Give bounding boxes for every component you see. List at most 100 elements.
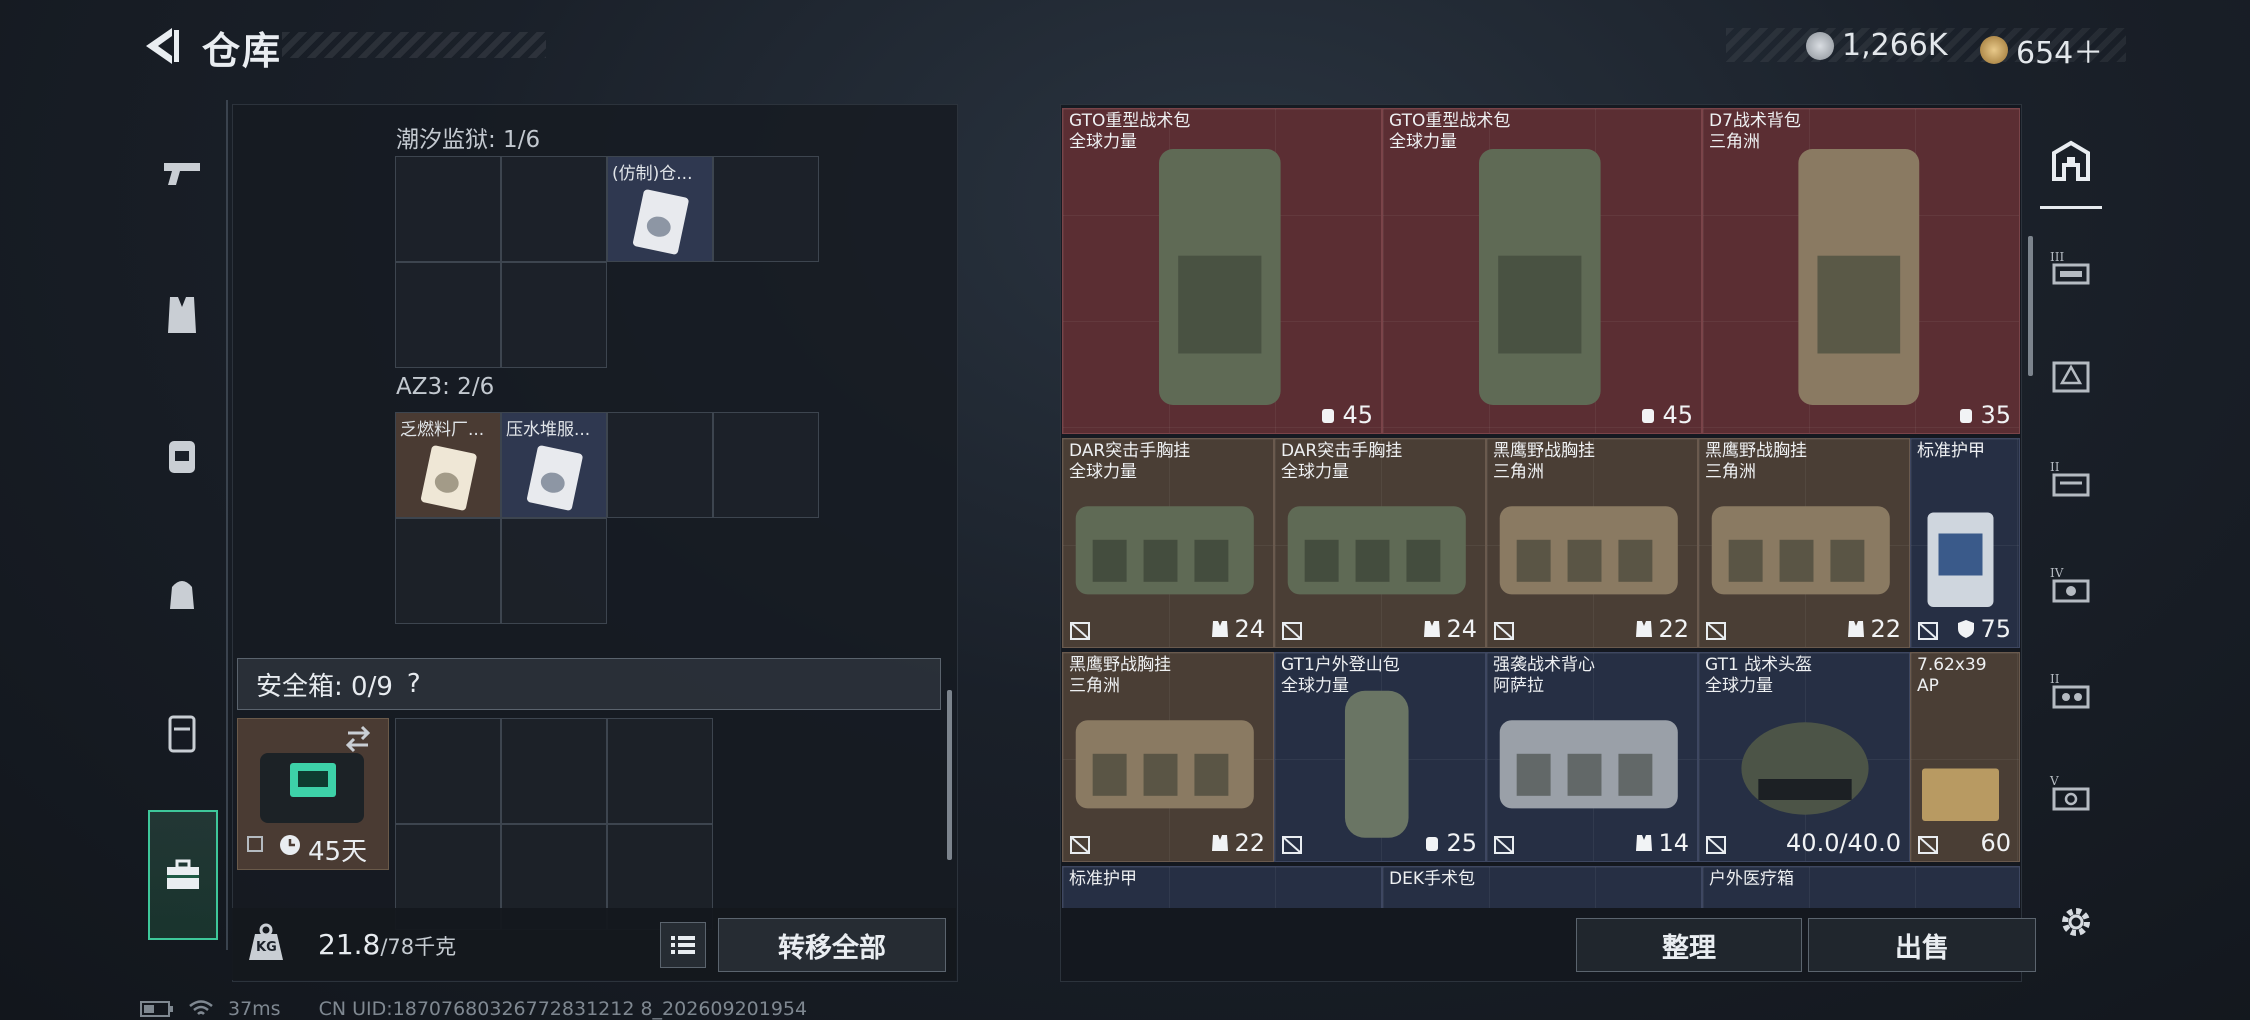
- transfer-all-button[interactable]: 转移全部: [718, 918, 946, 972]
- stash-item-tile[interactable]: GT1户外登山包 全球力量 25: [1274, 652, 1486, 862]
- stash-item-tile[interactable]: 标准护甲 75: [1910, 438, 2020, 648]
- nav-weapons[interactable]: [138, 118, 226, 228]
- stash-tab-3[interactable]: III: [2040, 226, 2102, 314]
- stash-tab-2[interactable]: II: [2040, 436, 2102, 524]
- stash-tab-warning[interactable]: [2040, 332, 2102, 420]
- grid-gap: [607, 262, 713, 368]
- item-name: 黑鹰野战胸挂 三角洲: [1705, 441, 1807, 483]
- stash-item-tile[interactable]: 黑鹰野战胸挂 三角洲 22: [1062, 652, 1274, 862]
- back-arrow-icon: [146, 28, 179, 64]
- inventory-scrollbar[interactable]: [947, 690, 952, 860]
- item-name-text: GTO重型战术包: [1389, 111, 1511, 131]
- settings-button[interactable]: [2054, 900, 2098, 944]
- stash-item-tile[interactable]: 黑鹰野战胸挂 三角洲 22: [1486, 438, 1698, 648]
- item-count-value: 75: [1980, 615, 2011, 643]
- grid-cell[interactable]: [501, 156, 607, 262]
- item-count-value: 40.0/40.0: [1786, 829, 1901, 857]
- grid-cell[interactable]: [713, 156, 819, 262]
- keycard-icon: [633, 189, 689, 255]
- item-name: 黑鹰野战胸挂 三角洲: [1069, 655, 1171, 697]
- stash-tab-5[interactable]: V: [2040, 750, 2102, 838]
- item-name: GT1户外登山包 全球力量: [1281, 655, 1400, 697]
- item-faction-text: 三角洲: [1705, 462, 1756, 482]
- shelf-2b-icon: II: [2050, 672, 2090, 709]
- pouch-icon: [170, 581, 194, 609]
- nav-containers[interactable]: [138, 678, 226, 788]
- backpack-small-icon: [1322, 409, 1335, 423]
- keycard-item[interactable]: 压水堆服...: [501, 412, 607, 518]
- nav-vests[interactable]: [138, 260, 226, 370]
- item-count: 24: [1210, 615, 1265, 643]
- nav-toolbox[interactable]: [148, 810, 218, 940]
- item-image: [1798, 149, 1920, 405]
- item-name-text: 强袭战术背心: [1493, 655, 1595, 675]
- grid-cell[interactable]: [607, 718, 713, 824]
- stash-tab-home[interactable]: [2040, 118, 2102, 209]
- stash-item-tile[interactable]: D7战术背包 三角洲 35: [1702, 108, 2020, 434]
- stash-item-tile[interactable]: 标准护甲: [1062, 866, 1382, 908]
- silver-currency[interactable]: 1,266K: [1806, 28, 1948, 63]
- stash-item-tile[interactable]: DAR突击手胸挂 全球力量 24: [1062, 438, 1274, 648]
- item-count-value: 24: [1446, 615, 1477, 643]
- grid-cell[interactable]: [713, 412, 819, 518]
- item-name-text: 黑鹰野战胸挂: [1069, 655, 1171, 675]
- item-faction-text: 三角洲: [1493, 462, 1544, 482]
- item-count-value: 24: [1234, 615, 1265, 643]
- stash-tab-2b[interactable]: II: [2040, 648, 2102, 736]
- grid-cell[interactable]: [395, 156, 501, 262]
- gear-icon: [2062, 908, 2090, 936]
- sell-button[interactable]: 出售: [1808, 918, 2036, 972]
- stash-item-tile[interactable]: 户外医疗箱: [1702, 866, 2020, 908]
- storage-home-icon: [2052, 140, 2090, 181]
- swap-icon: [345, 725, 371, 753]
- grid-cell[interactable]: [395, 262, 501, 368]
- vest-small-icon: [1424, 621, 1441, 637]
- container-icon: [168, 715, 196, 753]
- item-count-value: 45: [1662, 401, 1693, 429]
- stash-item-tile[interactable]: 强袭战术背心 阿萨拉 14: [1486, 652, 1698, 862]
- keycard-item[interactable]: 乏燃料厂...: [395, 412, 501, 518]
- vest-small-icon: [1636, 621, 1653, 637]
- help-icon[interactable]: ?: [407, 669, 421, 699]
- stash-item-tile[interactable]: GTO重型战术包 全球力量 45: [1382, 108, 1702, 434]
- item-name-text: GT1 战术头盔: [1705, 655, 1813, 675]
- stash-item-tile[interactable]: GTO重型战术包 全球力量 45: [1062, 108, 1382, 434]
- stash-page-nav: III II IV II V: [2036, 118, 2106, 898]
- no-insure-icon: [1070, 836, 1090, 854]
- nav-backpacks[interactable]: [138, 400, 226, 510]
- grid-cell[interactable]: [395, 718, 501, 824]
- stash-item-tile[interactable]: 7.62x39 AP 60: [1910, 652, 2020, 862]
- grid-cell[interactable]: [501, 518, 607, 624]
- stash-item-tile[interactable]: DAR突击手胸挂 全球力量 24: [1274, 438, 1486, 648]
- svg-text:III: III: [2050, 250, 2064, 264]
- safebox-title: 安全箱: 0/9: [256, 671, 393, 702]
- safebox-case[interactable]: 45天: [237, 718, 389, 870]
- vest-small-icon: [1848, 621, 1865, 637]
- stash-item-tile[interactable]: 黑鹰野战胸挂 三角洲 22: [1698, 438, 1910, 648]
- no-insure-icon: [1494, 622, 1514, 640]
- toolbox-icon: [167, 859, 199, 889]
- stash-tab-4[interactable]: IV: [2040, 542, 2102, 630]
- stash-tabs-scrollbar[interactable]: [2028, 236, 2033, 376]
- no-insure-icon: [1918, 622, 1938, 640]
- item-name: GTO重型战术包 全球力量: [1389, 111, 1510, 153]
- back-button[interactable]: [138, 24, 182, 68]
- item-name-text: DEK手术包: [1389, 869, 1475, 889]
- keycard-item[interactable]: (仿制)仓...: [607, 156, 713, 262]
- nav-pouches[interactable]: [138, 538, 226, 648]
- stash-item-tile[interactable]: DEK手术包: [1382, 866, 1702, 908]
- list-view-button[interactable]: [660, 922, 706, 968]
- item-name-text: 标准护甲: [1069, 869, 1137, 889]
- gold-currency[interactable]: 654＋: [1980, 28, 2103, 72]
- no-insure-icon: [1070, 622, 1090, 640]
- title-decoration: [282, 32, 546, 58]
- item-count-value: 60: [1980, 829, 2011, 857]
- no-insure-icon: [1706, 622, 1726, 640]
- grid-cell[interactable]: [501, 718, 607, 824]
- sort-button[interactable]: 整理: [1576, 918, 1802, 972]
- stash-item-tile[interactable]: GT1 战术头盔 全球力量 40.0/40.0: [1698, 652, 1910, 862]
- grid-cell[interactable]: [607, 412, 713, 518]
- item-name-text: 标准护甲: [1917, 441, 1985, 461]
- grid-cell[interactable]: [501, 262, 607, 368]
- grid-cell[interactable]: [395, 518, 501, 624]
